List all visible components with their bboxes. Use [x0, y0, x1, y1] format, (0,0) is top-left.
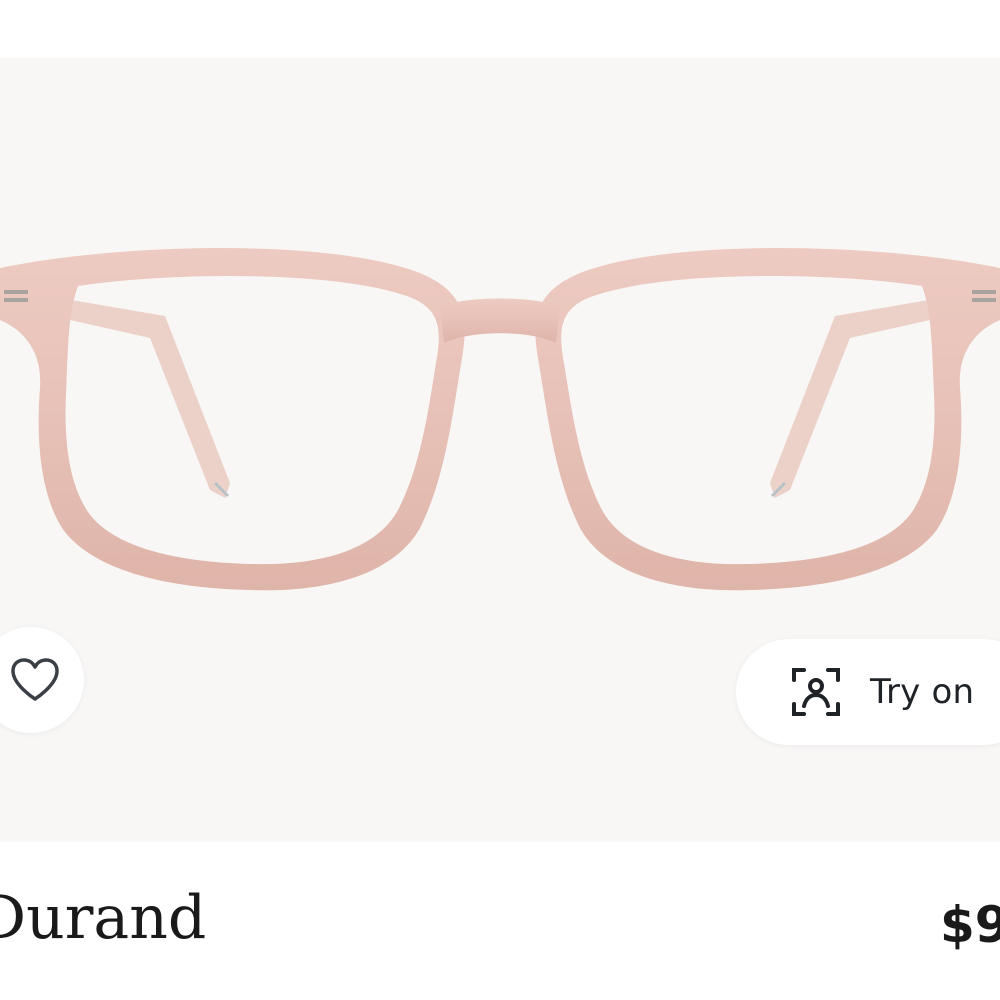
product-price: $95 — [940, 896, 1000, 954]
heart-icon — [11, 658, 59, 701]
product-card: Try on Durand $95 — [0, 0, 1000, 1000]
product-name: Durand — [0, 883, 207, 953]
try-on-button[interactable]: Try on — [736, 639, 1000, 745]
face-scan-icon — [792, 668, 840, 716]
try-on-label: Try on — [870, 672, 975, 712]
